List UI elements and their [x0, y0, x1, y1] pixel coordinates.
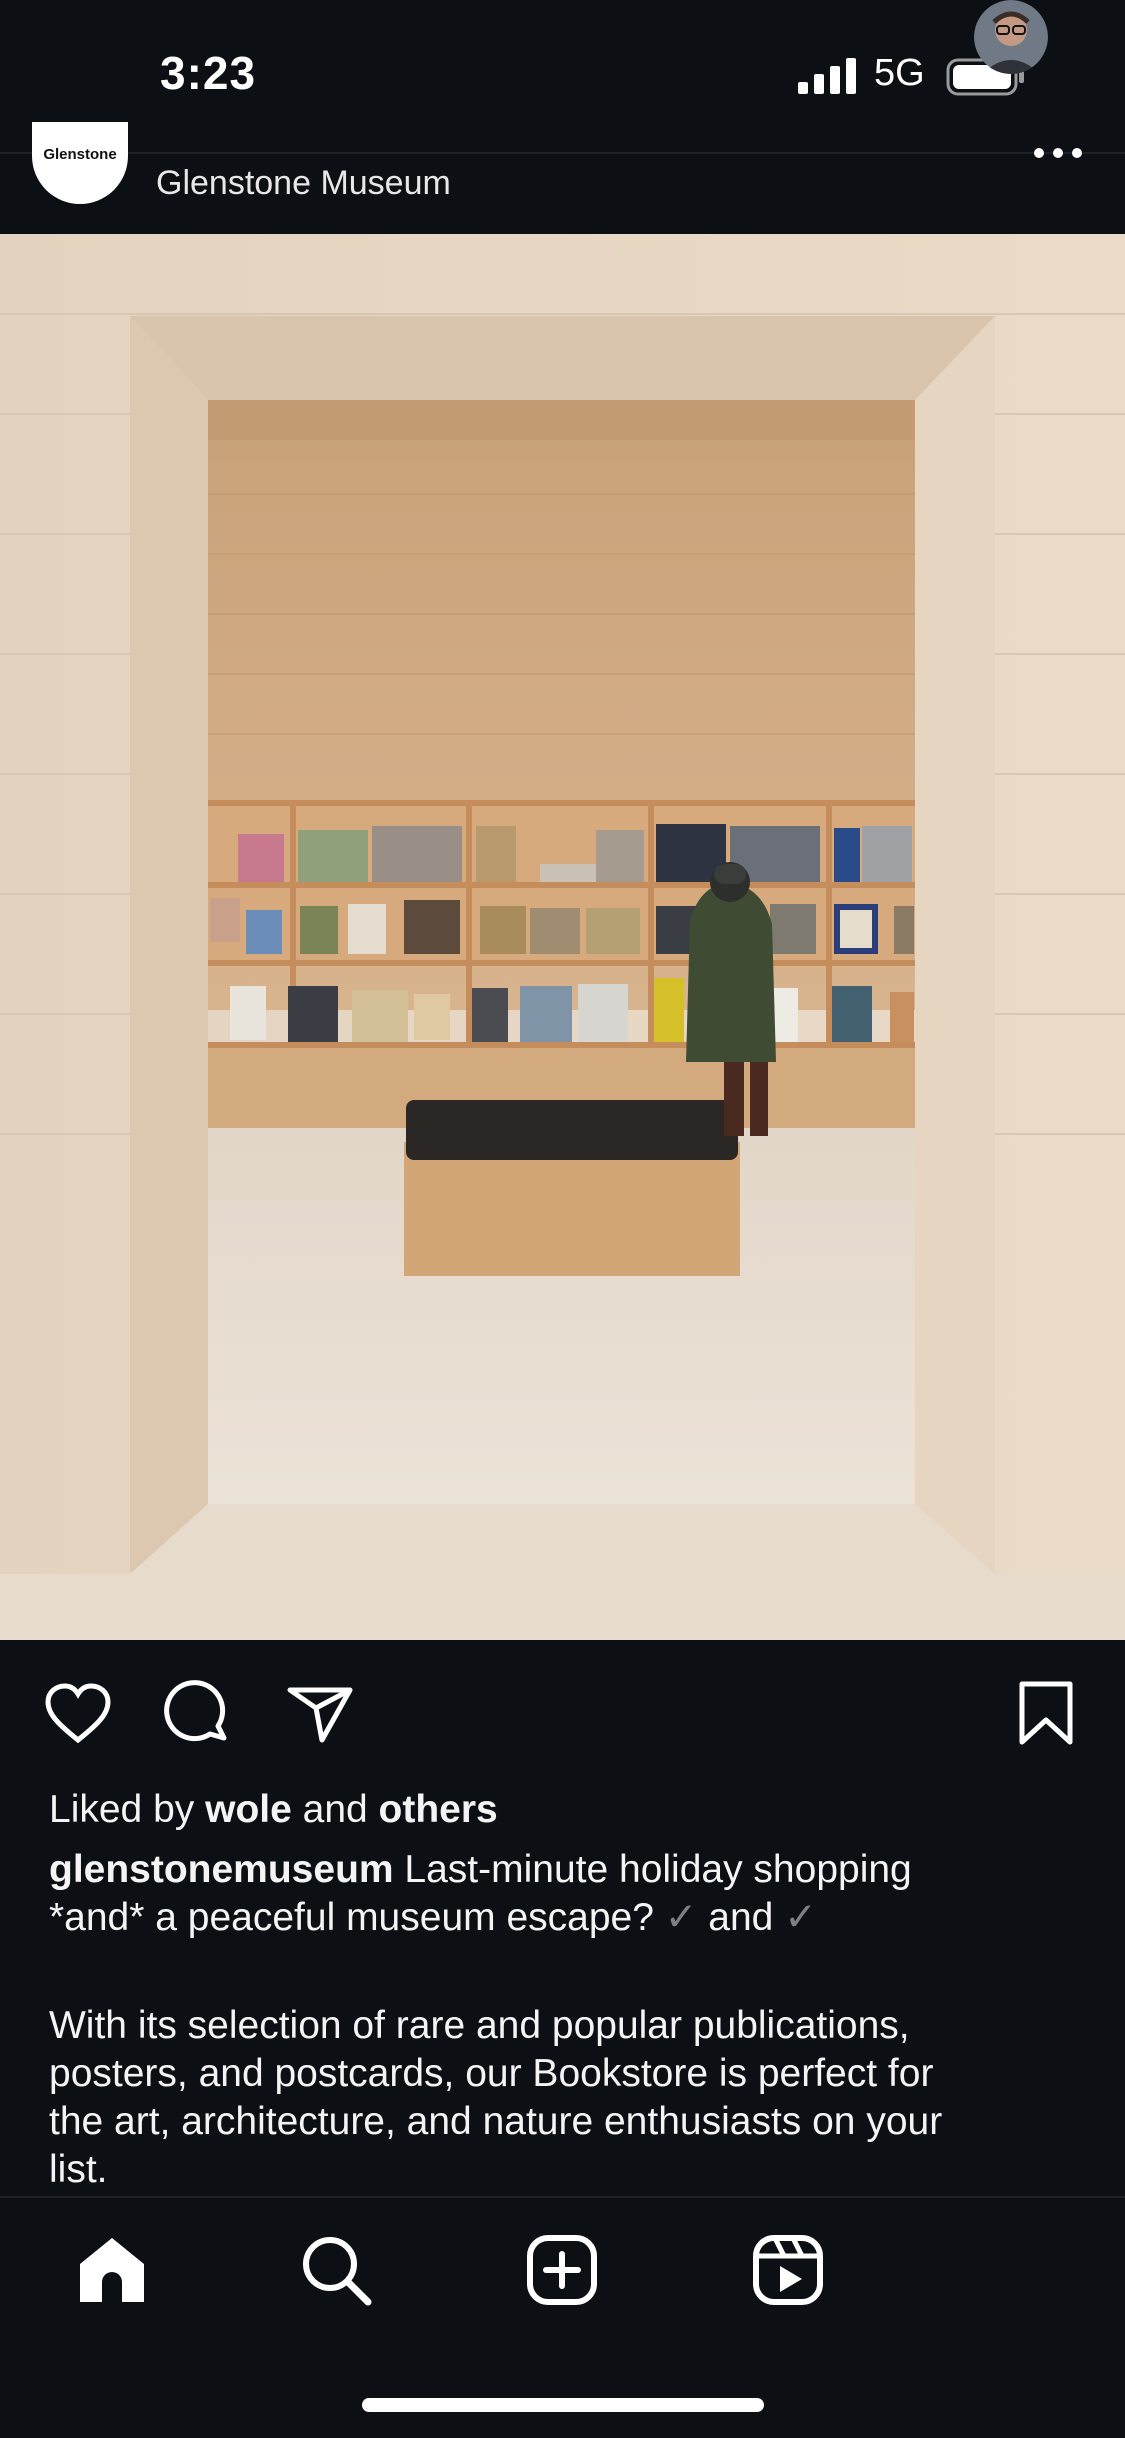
- caption-paragraph-line: list.: [49, 2148, 108, 2191]
- more-options-icon[interactable]: [1032, 146, 1084, 160]
- caption-text: Last-minute holiday shopping: [393, 1848, 912, 1891]
- heart-icon[interactable]: [42, 1678, 114, 1750]
- profile-avatar[interactable]: [974, 0, 1048, 74]
- comment-icon[interactable]: [162, 1678, 234, 1750]
- bookmark-icon[interactable]: [1010, 1678, 1082, 1750]
- post-image[interactable]: [0, 234, 1125, 1640]
- account-avatar[interactable]: Glenstone: [32, 122, 128, 204]
- likes-prefix: Liked by: [49, 1788, 206, 1831]
- account-location[interactable]: Glenstone Museum: [156, 164, 451, 203]
- home-icon[interactable]: [74, 2232, 150, 2308]
- status-time: 3:23: [160, 47, 257, 99]
- caption-username[interactable]: glenstonemuseum: [49, 1848, 394, 1891]
- caption-text: *and* a peaceful museum escape?: [49, 1896, 654, 1939]
- search-icon[interactable]: [298, 2232, 374, 2308]
- likes-others-link[interactable]: others: [379, 1788, 498, 1831]
- likes-summary[interactable]: Liked by wole and others: [49, 1786, 498, 1834]
- create-icon[interactable]: [524, 2232, 600, 2308]
- reels-icon[interactable]: [750, 2232, 826, 2308]
- caption-and: and: [708, 1896, 774, 1939]
- caption-paragraph-line: posters, and postcards, our Bookstore is…: [49, 2052, 934, 2095]
- header-divider: [0, 152, 1125, 154]
- share-icon[interactable]: [284, 1678, 356, 1750]
- caption-line: *and* a peaceful museum escape? ✓ and ✓: [49, 1894, 817, 1942]
- caption-paragraph-line: With its selection of rare and popular p…: [49, 2004, 910, 2047]
- check-mark-icon: ✓: [784, 1896, 817, 1939]
- logo-text: Glenstone: [43, 146, 117, 163]
- liked-user-link[interactable]: wole: [205, 1788, 292, 1831]
- signal-icon: [798, 58, 856, 94]
- likes-middle: and: [291, 1788, 379, 1831]
- check-mark-icon: ✓: [664, 1896, 698, 1939]
- caption-line: glenstonemuseum Last-minute holiday shop…: [49, 1846, 912, 1894]
- caption-paragraph-line: the art, architecture, and nature enthus…: [49, 2100, 943, 2143]
- network-label: 5G: [874, 52, 925, 94]
- home-indicator[interactable]: [362, 2398, 764, 2412]
